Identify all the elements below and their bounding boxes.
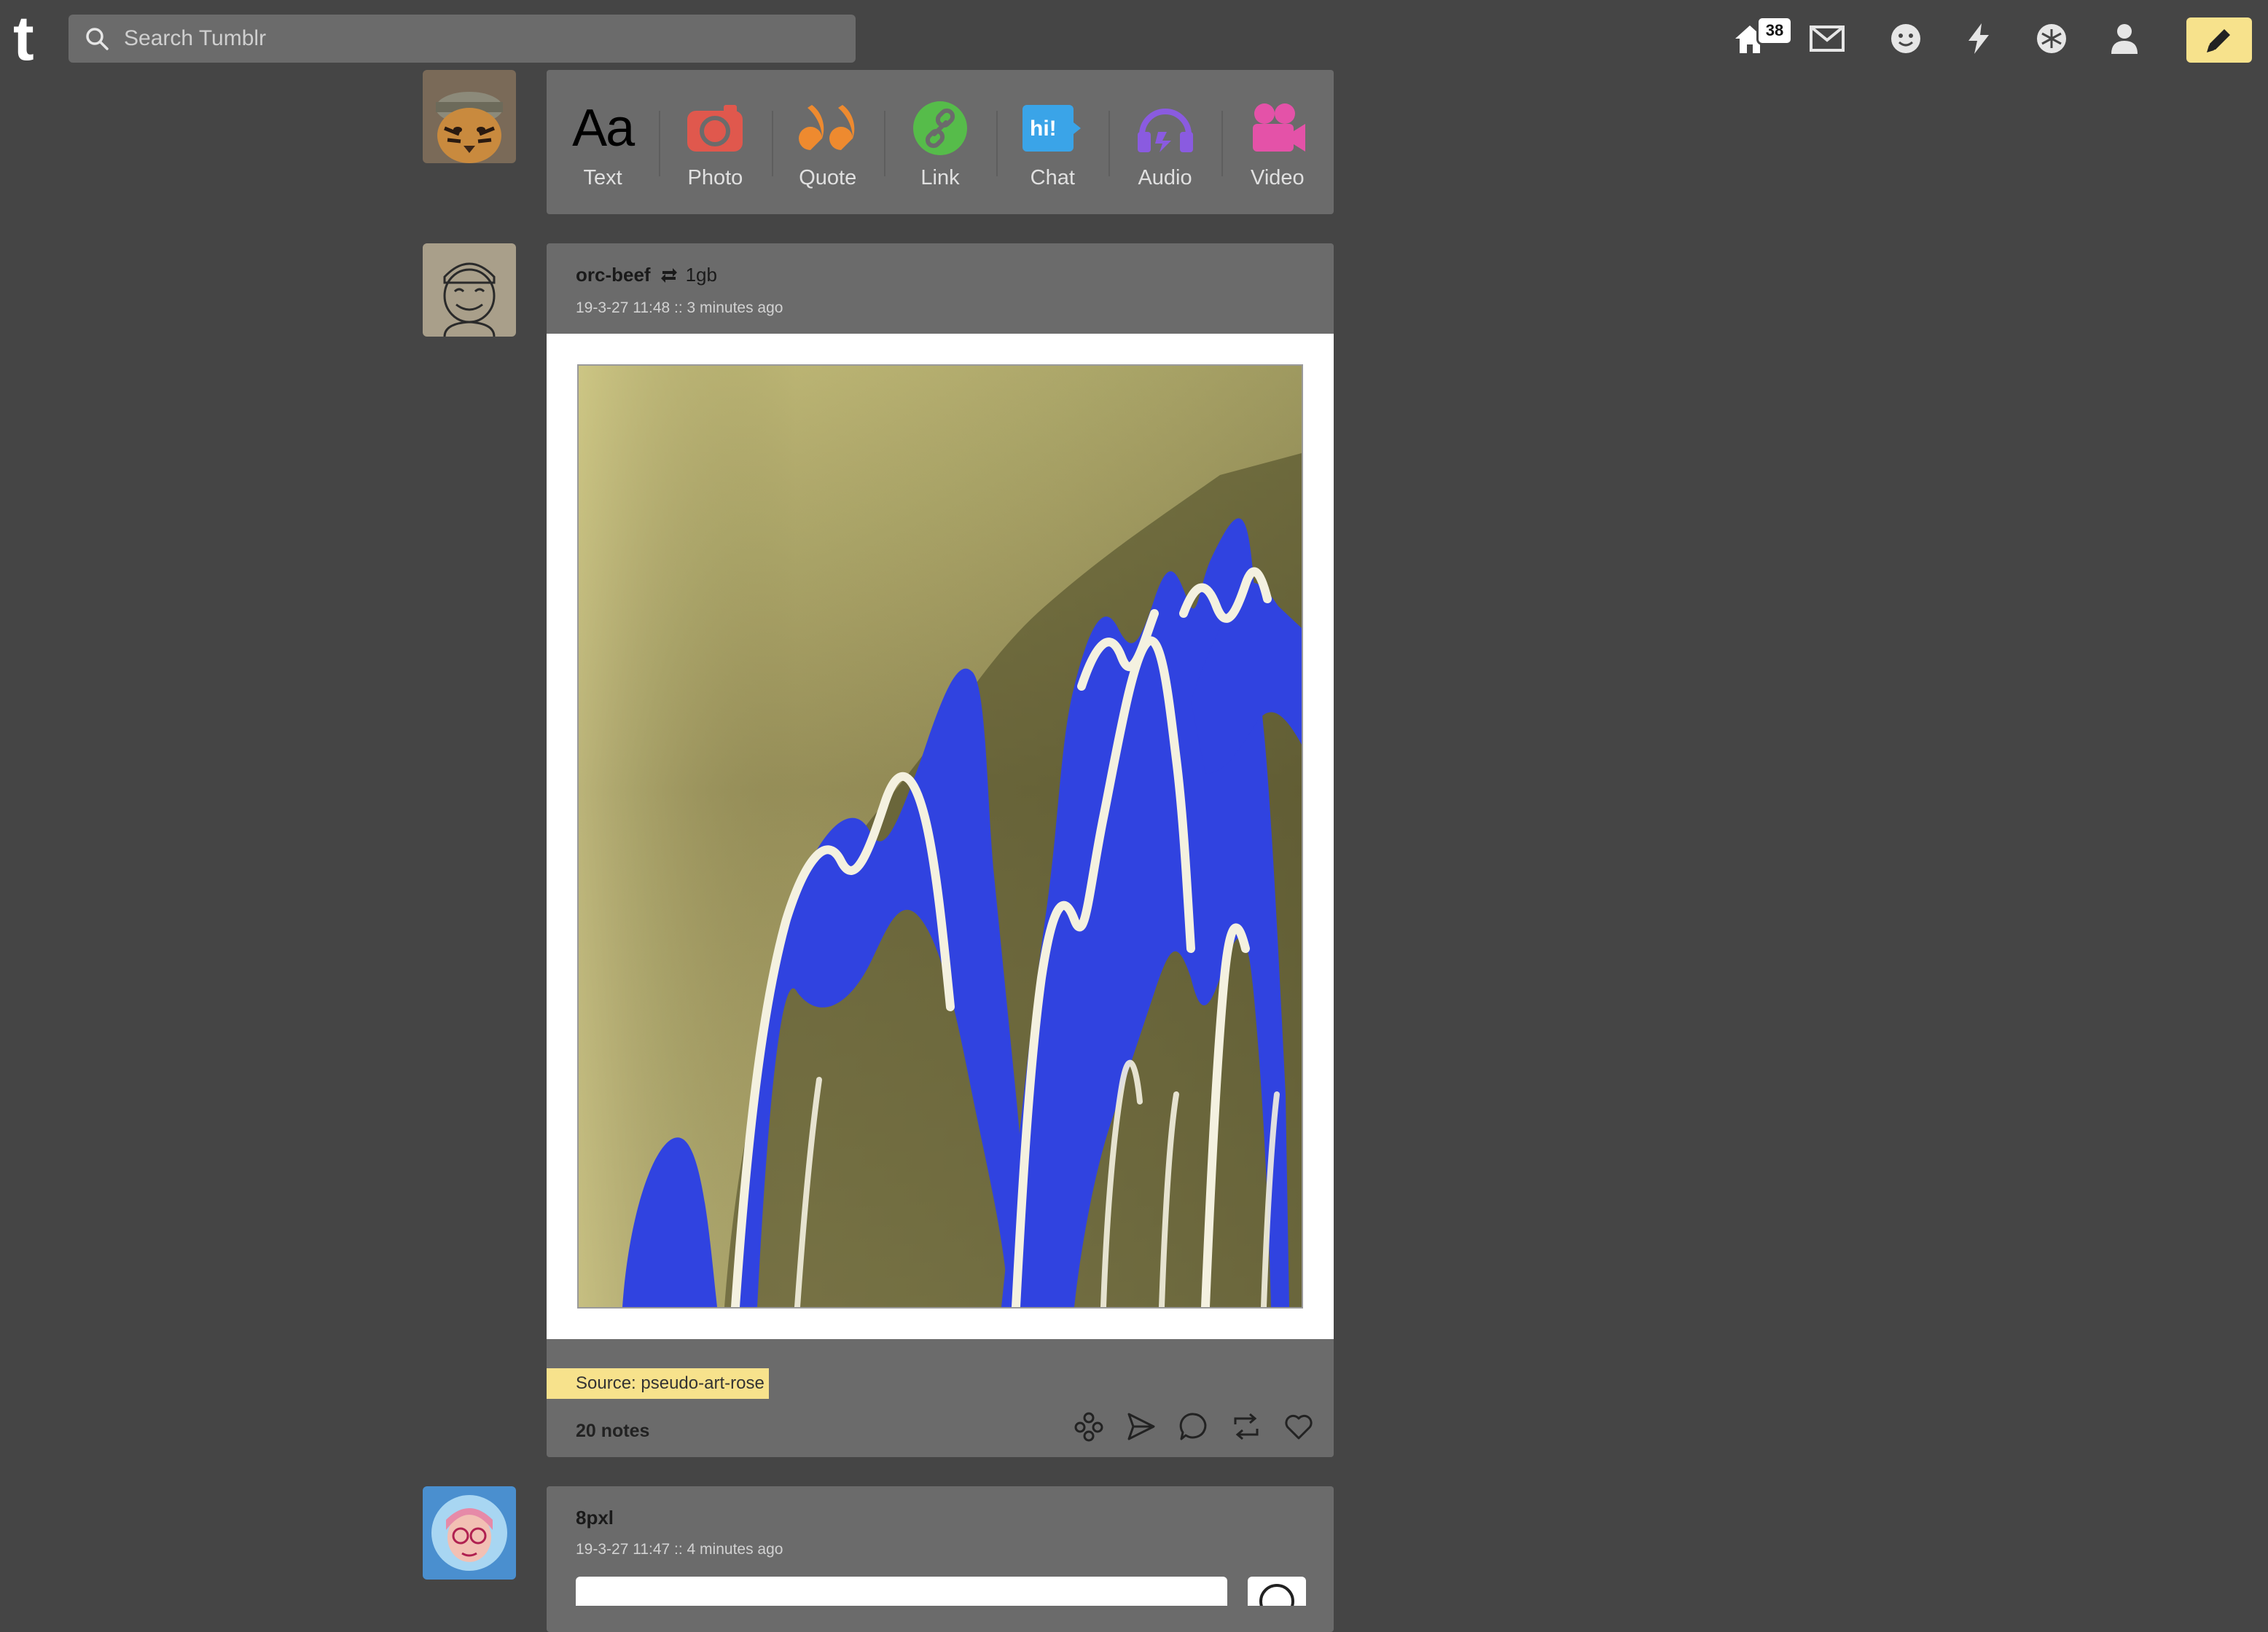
search-bar[interactable] [69,15,856,63]
post-timestamp[interactable]: 19-3-27 11:47 :: 4 minutes ago [576,1541,1305,1558]
explore-icon[interactable] [2032,19,2071,58]
audio-icon [1133,99,1197,157]
post-photo[interactable] [577,364,1303,1309]
post-type-text[interactable]: Aa Text [547,70,659,214]
post-author-avatar[interactable] [423,243,516,337]
reblogged-from-name[interactable]: 1gb [686,264,717,286]
video-icon [1246,99,1310,157]
link-icon [908,99,972,157]
messaging-icon[interactable] [1886,19,1925,58]
notes-count[interactable]: 20 notes [576,1421,649,1442]
post-author-avatar[interactable] [423,1486,516,1580]
post-content-block [576,1577,1227,1606]
svg-text:hi!: hi! [1030,117,1057,141]
reblog-icon[interactable] [1229,1409,1264,1444]
current-user-avatar[interactable] [423,70,516,163]
post-actions [1071,1409,1316,1444]
home-notification-badge: 38 [1756,16,1793,45]
send-icon[interactable] [1124,1409,1159,1444]
text-icon: Aa [572,99,635,157]
quote-icon [796,99,860,157]
account-icon[interactable] [2105,19,2144,58]
chat-icon: hi! [1020,99,1084,157]
post-photo-container [547,334,1334,1339]
search-input[interactable] [122,26,825,52]
top-bar: t 38 [0,0,2268,79]
tumblr-logo[interactable]: t [9,9,57,67]
post-timestamp[interactable]: 19-3-27 11:48 :: 3 minutes ago [576,299,1305,317]
photo-icon [683,99,747,157]
reply-icon[interactable] [1176,1409,1211,1444]
reblog-icon [660,267,679,288]
post-username[interactable]: 8pxl [576,1507,614,1529]
post-type-photo[interactable]: Photo [659,70,771,214]
mail-icon[interactable] [1807,19,1847,58]
post-type-link[interactable]: Link [883,70,996,214]
post-type-quote[interactable]: Quote [771,70,884,214]
pencil-icon [2207,29,2230,52]
source-link[interactable]: Source: pseudo-art-rose [547,1368,769,1399]
post-card: orc-beef 1gb 19-3-27 11:48 :: 3 minutes a… [547,243,1334,1457]
post-card: 8pxl 19-3-27 11:47 :: 4 minutes ago [547,1486,1334,1632]
compose-button[interactable] [2186,17,2252,63]
post-type-video[interactable]: Video [1221,70,1334,214]
share-icon[interactable] [1071,1409,1106,1444]
post-type-bar: Aa Text Photo Quote Link hi! Chat Audio [547,70,1334,214]
post-type-chat[interactable]: hi! Chat [996,70,1108,214]
search-icon [86,28,109,50]
activity-icon[interactable] [1959,19,1998,58]
like-icon[interactable] [1281,1409,1316,1444]
post-username[interactable]: orc-beef [576,264,651,286]
svg-text:t: t [13,9,34,67]
post-type-audio[interactable]: Audio [1108,70,1221,214]
embedded-avatar [1248,1577,1306,1606]
